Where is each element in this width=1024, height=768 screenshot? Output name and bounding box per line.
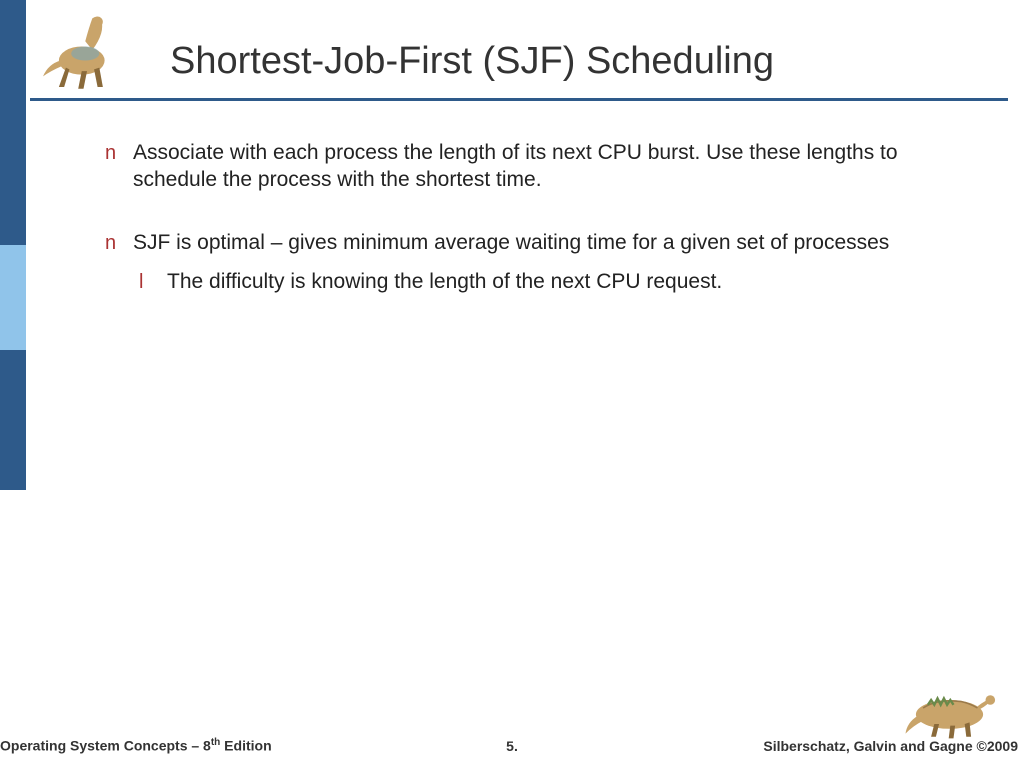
sub-bullet-marker: l	[139, 269, 167, 296]
sub-bullet-text: The difficulty is knowing the length of …	[167, 269, 965, 296]
left-band-light	[0, 245, 26, 350]
dinosaur-bottom-icon	[901, 684, 1006, 740]
bullet-marker: n	[105, 230, 133, 257]
title-underline	[30, 98, 1008, 101]
sub-bullet-item: l The difficulty is knowing the length o…	[139, 269, 965, 296]
content-area: n Associate with each process the length…	[105, 140, 965, 296]
bullet-marker: n	[105, 140, 133, 167]
bullet-item: n SJF is optimal – gives minimum average…	[105, 230, 965, 257]
slide: Shortest-Job-First (SJF) Scheduling n As…	[0, 0, 1024, 768]
bullet-text: Associate with each process the length o…	[133, 140, 965, 194]
dinosaur-top-icon	[36, 6, 131, 94]
bullet-item: n Associate with each process the length…	[105, 140, 965, 194]
slide-title: Shortest-Job-First (SJF) Scheduling	[170, 40, 990, 83]
bullet-text: SJF is optimal – gives minimum average w…	[133, 230, 965, 257]
footer-right: Silberschatz, Galvin and Gagne ©2009	[763, 738, 1018, 754]
